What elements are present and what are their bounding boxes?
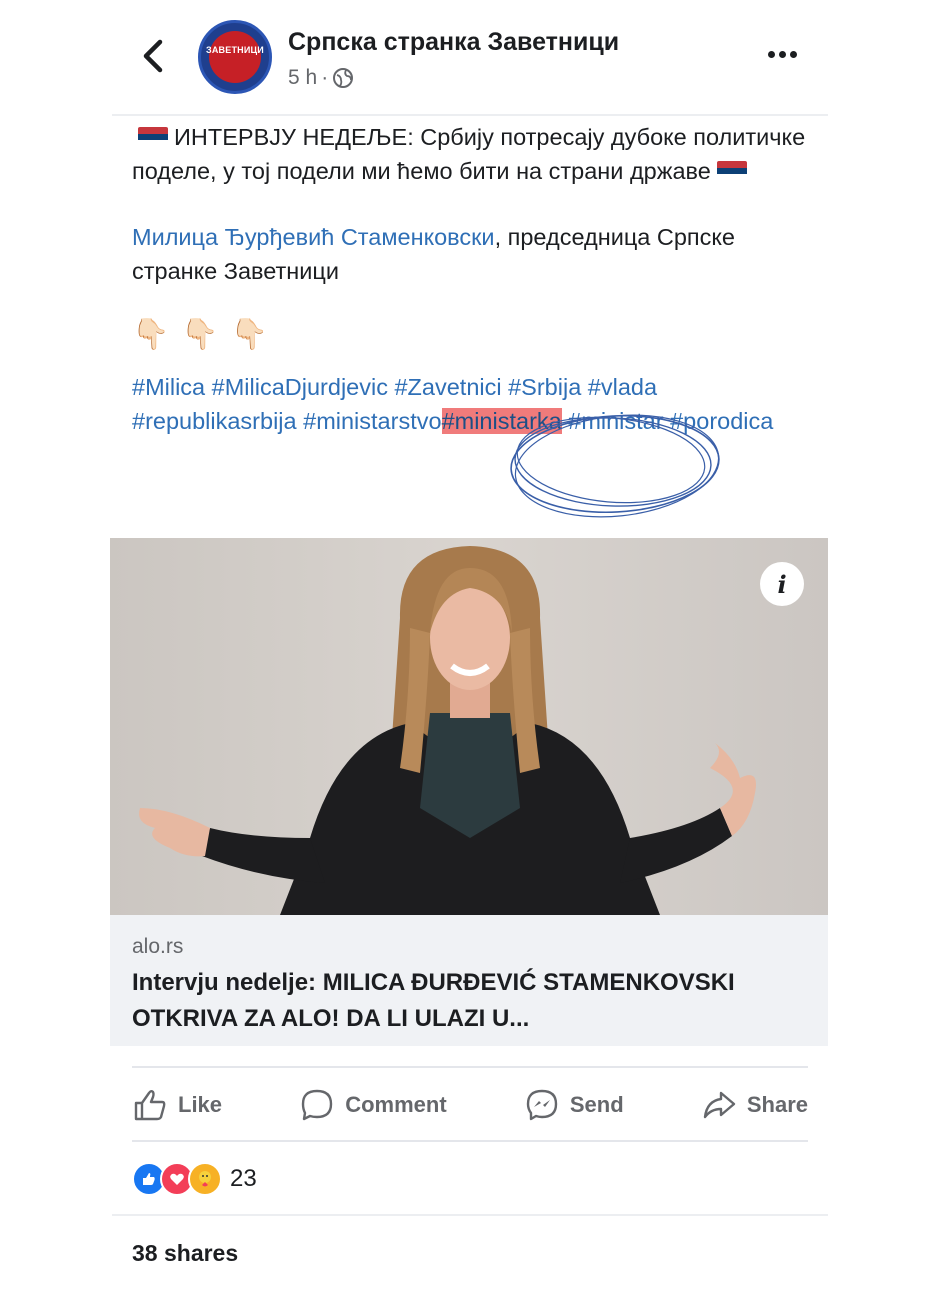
post-time[interactable]: 5 h: [288, 66, 317, 90]
comment-button[interactable]: Comment: [299, 1087, 447, 1123]
divider: [132, 1140, 808, 1142]
more-dot: [790, 50, 797, 58]
chevron-left-icon: [143, 39, 163, 73]
post-actions: Like Comment Send Share: [132, 1080, 808, 1130]
thumbs-up-icon: [134, 1090, 166, 1121]
pointing-down-icon: 👇🏻: [132, 318, 170, 351]
pointing-down-icon: 👇🏻: [181, 318, 219, 351]
pointing-down-icon: 👇🏻: [230, 318, 269, 351]
share-label: Share: [746, 1092, 808, 1117]
link-preview-card[interactable]: alo.rs Intervju nedelje: MILICA ĐURĐEVIĆ…: [110, 915, 828, 1046]
person-photo: [139, 546, 756, 915]
divider: [112, 1214, 828, 1216]
share-count[interactable]: 38 shares: [132, 1240, 238, 1267]
messenger-icon: [526, 1089, 558, 1121]
reactions-summary[interactable]: 23: [132, 1162, 257, 1196]
post-headline-paragraph: ИНТЕРВЈУ НЕДЕЉЕ: Србију потресају дубоке…: [132, 120, 812, 188]
link-headline[interactable]: Intervju nedelje: MILICA ĐURĐEVIĆ STAMEN…: [132, 965, 812, 1037]
link-domain: alo.rs: [132, 935, 184, 958]
reaction-count: 23: [230, 1165, 257, 1192]
hashtags[interactable]: #Milica #MilicaDjurdjevic #Zavetnici #Sr…: [132, 370, 812, 438]
post-text: ИНТЕРВЈУ НЕДЕЉЕ: Србију потресају дубоке…: [132, 120, 812, 438]
post-meta: 5 h ·: [288, 66, 354, 90]
care-reaction-icon: [188, 1162, 222, 1196]
hashtag-highlighted[interactable]: #ministarka: [441, 408, 562, 434]
author-mention-link[interactable]: Милица Ђурђевић Стаменковски: [132, 224, 495, 250]
share-arrow-icon: [703, 1091, 736, 1119]
send-button[interactable]: Send: [524, 1087, 624, 1123]
avatar-logo-text: ЗАВЕТНИЦИ: [206, 45, 264, 55]
avatar-logo: [209, 31, 261, 83]
serbian-flag-icon: [716, 161, 747, 181]
hashtags-list-end[interactable]: #ministar #porodica: [562, 408, 773, 434]
post-headline: ИНТЕРВЈУ НЕДЕЉЕ: Србију потресају дубоке…: [132, 124, 806, 184]
page-avatar[interactable]: ЗАВЕТНИЦИ: [198, 20, 272, 94]
back-button[interactable]: [138, 36, 168, 76]
comment-label: Comment: [345, 1092, 447, 1117]
meta-separator: ·: [321, 66, 329, 89]
more-dot: [779, 50, 786, 58]
share-button[interactable]: Share: [701, 1087, 808, 1123]
divider: [132, 1066, 808, 1068]
like-label: Like: [178, 1092, 223, 1117]
info-icon[interactable]: i: [760, 562, 804, 606]
serbian-flag-icon: [138, 127, 168, 147]
globe-icon: [333, 68, 354, 88]
pointing-down-emojis: 👇🏻 👇🏻 👇🏻: [132, 318, 812, 352]
more-dots-icon: [768, 50, 775, 58]
comment-bubble-icon: [302, 1089, 333, 1121]
send-label: Send: [569, 1092, 624, 1117]
author-paragraph: Милица Ђурђевић Стаменковски, председниц…: [132, 220, 812, 288]
like-button[interactable]: Like: [132, 1087, 222, 1123]
link-preview-image[interactable]: i: [110, 538, 828, 915]
header-divider: [112, 114, 828, 116]
more-options-button[interactable]: [768, 44, 804, 64]
page-name[interactable]: Српска странка Заветници: [288, 28, 619, 57]
